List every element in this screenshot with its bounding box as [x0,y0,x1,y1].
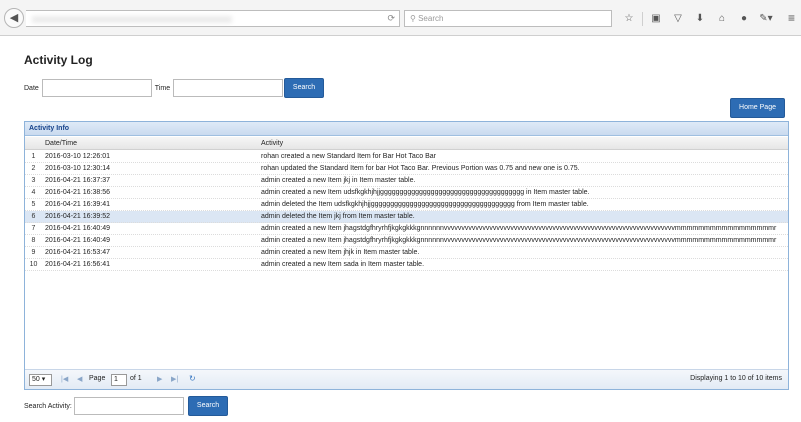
prev-page-icon[interactable]: ◀ [77,375,82,383]
download-icon[interactable]: ⬇ [689,12,711,26]
page-title: Activity Log [24,53,93,67]
table-row[interactable]: 3 2016-04-21 16:37:37 admin created a new … [25,175,788,187]
row-number: 3 [31,177,36,184]
reload-icon[interactable]: ⟳ [387,13,395,24]
grid-body: 1 2016-03-10 12:26:01 rohan created a new … [25,151,788,271]
filter-bar: Date Time [24,78,284,98]
page-number-value: 1 [114,376,118,383]
search-activity-input[interactable] [73,397,184,415]
cell-datetime: 2016-04-21 16:53:47 [45,249,110,256]
activity-grid: Activity Info Date/Time Activity 1 2016-0… [24,121,789,390]
time-label: Time [154,84,171,92]
row-number: 4 [31,189,36,196]
cell-activity: admin deleted the Item udsfkgkhjhjjggggg… [261,201,589,208]
cell-datetime: 2016-03-10 12:26:01 [45,153,110,160]
table-row[interactable]: 5 2016-04-21 16:39:41 admin deleted the It… [25,199,788,211]
cell-datetime: 2016-04-21 16:56:41 [45,261,110,268]
browser-toolbar: ◀ ⟳ ⚲ Search ☆ ▣ ▽ ⬇ ⌂ ● ✎▾ ≡ [0,0,801,36]
table-row[interactable]: 4 2016-04-21 16:38:56 admin created a new … [25,187,788,199]
cell-activity: admin created a new Item jhjk in Item ma… [261,249,420,256]
browser-search-input[interactable]: ⚲ Search [404,10,612,27]
next-page-icon[interactable]: ▶ [157,375,162,383]
search-activity-label: Search Activity: [24,402,72,410]
back-arrow-icon[interactable]: ◀ [4,8,24,28]
table-row[interactable]: 2 2016-03-10 12:30:14 rohan updated the St… [25,163,788,175]
search-icon: ⚲ [410,14,419,23]
table-row[interactable]: 1 2016-03-10 12:26:01 rohan created a new … [25,151,788,163]
cell-activity: admin created a new Item sada in Item ma… [261,261,425,268]
row-number: 10 [29,261,38,268]
pager-display-text: Displaying 1 to 10 of 10 items [690,375,782,382]
bookmark-star-icon[interactable]: ☆ [618,12,640,26]
cell-activity: rohan updated the Standard Item for bar … [261,165,580,172]
url-blurred [32,16,232,23]
table-row[interactable]: 7 2016-04-21 16:40:49 admin created a new … [25,223,788,235]
cell-datetime: 2016-04-21 16:39:52 [45,213,110,220]
row-number: 2 [31,165,36,172]
cell-datetime: 2016-04-21 16:39:41 [45,201,110,208]
search-placeholder: Search [418,14,444,23]
row-number: 9 [31,249,36,256]
page-of-label: of 1 [130,375,142,382]
toolbar-divider [642,12,643,26]
home-icon[interactable]: ⌂ [711,12,733,26]
cell-activity: admin created a new Item jkj in Item mas… [261,177,416,184]
cell-activity: admin created a new Item jhagstdgfhryrhf… [261,237,777,244]
cell-activity: rohan created a new Standard Item for Ba… [261,153,436,160]
refresh-icon[interactable]: ↻ [189,374,196,383]
first-page-icon[interactable]: |◀ [61,375,68,383]
time-input[interactable] [173,79,284,97]
grid-title: Activity Info [25,122,788,136]
page-size-select[interactable]: 50 ▾ [29,374,52,386]
column-header-datetime[interactable]: Date/Time [45,140,77,147]
chat-icon[interactable]: ● [733,12,755,26]
menu-icon[interactable]: ≡ [788,11,795,25]
date-input[interactable] [41,79,152,97]
address-bar[interactable]: ⟳ [26,10,400,27]
page-size-value: 50 [32,376,40,383]
cell-activity: admin created a new Item jhagstdgfhryrhf… [261,225,777,232]
search-activity-button[interactable]: Search [188,396,228,416]
last-page-icon[interactable]: ▶| [171,375,178,383]
cell-datetime: 2016-04-21 16:38:56 [45,189,110,196]
home-page-button[interactable]: Home Page [730,98,785,118]
row-number: 8 [31,237,36,244]
table-row[interactable]: 8 2016-04-21 16:40:49 admin created a new … [25,235,788,247]
pager-toolbar: 50 ▾ |◀ ◀ Page 1 of 1 ▶ ▶| ↻ Displaying … [25,369,788,389]
table-row[interactable]: 9 2016-04-21 16:53:47 admin created a new … [25,247,788,259]
search-button[interactable]: Search [284,78,324,98]
page-label: Page [89,375,106,382]
cell-activity: admin created a new Item udsfkgkhjhjjggg… [261,189,590,196]
reading-list-icon[interactable]: ▣ [645,12,667,26]
cell-datetime: 2016-04-21 16:40:49 [45,225,110,232]
page-number-input[interactable]: 1 [111,374,127,386]
table-row[interactable]: 6 2016-04-21 16:39:52 admin deleted the It… [25,211,788,223]
cell-datetime: 2016-04-21 16:40:49 [45,237,110,244]
extension-icon[interactable]: ✎▾ [755,12,777,26]
pocket-icon[interactable]: ▽ [667,12,689,26]
date-label: Date [24,84,39,92]
cell-activity: admin deleted the Item jkj from Item mas… [261,213,415,220]
cell-datetime: 2016-04-21 16:37:37 [45,177,110,184]
activity-search-bar: Search Activity: [24,397,184,415]
column-header-activity[interactable]: Activity [261,140,283,147]
table-row[interactable]: 10 2016-04-21 16:56:41 admin created a new… [25,259,788,271]
column-header-row: Date/Time Activity [25,137,788,150]
row-number: 6 [31,213,36,220]
row-number: 7 [31,225,36,232]
cell-datetime: 2016-03-10 12:30:14 [45,165,110,172]
row-number: 5 [31,201,36,208]
row-number: 1 [31,153,36,160]
